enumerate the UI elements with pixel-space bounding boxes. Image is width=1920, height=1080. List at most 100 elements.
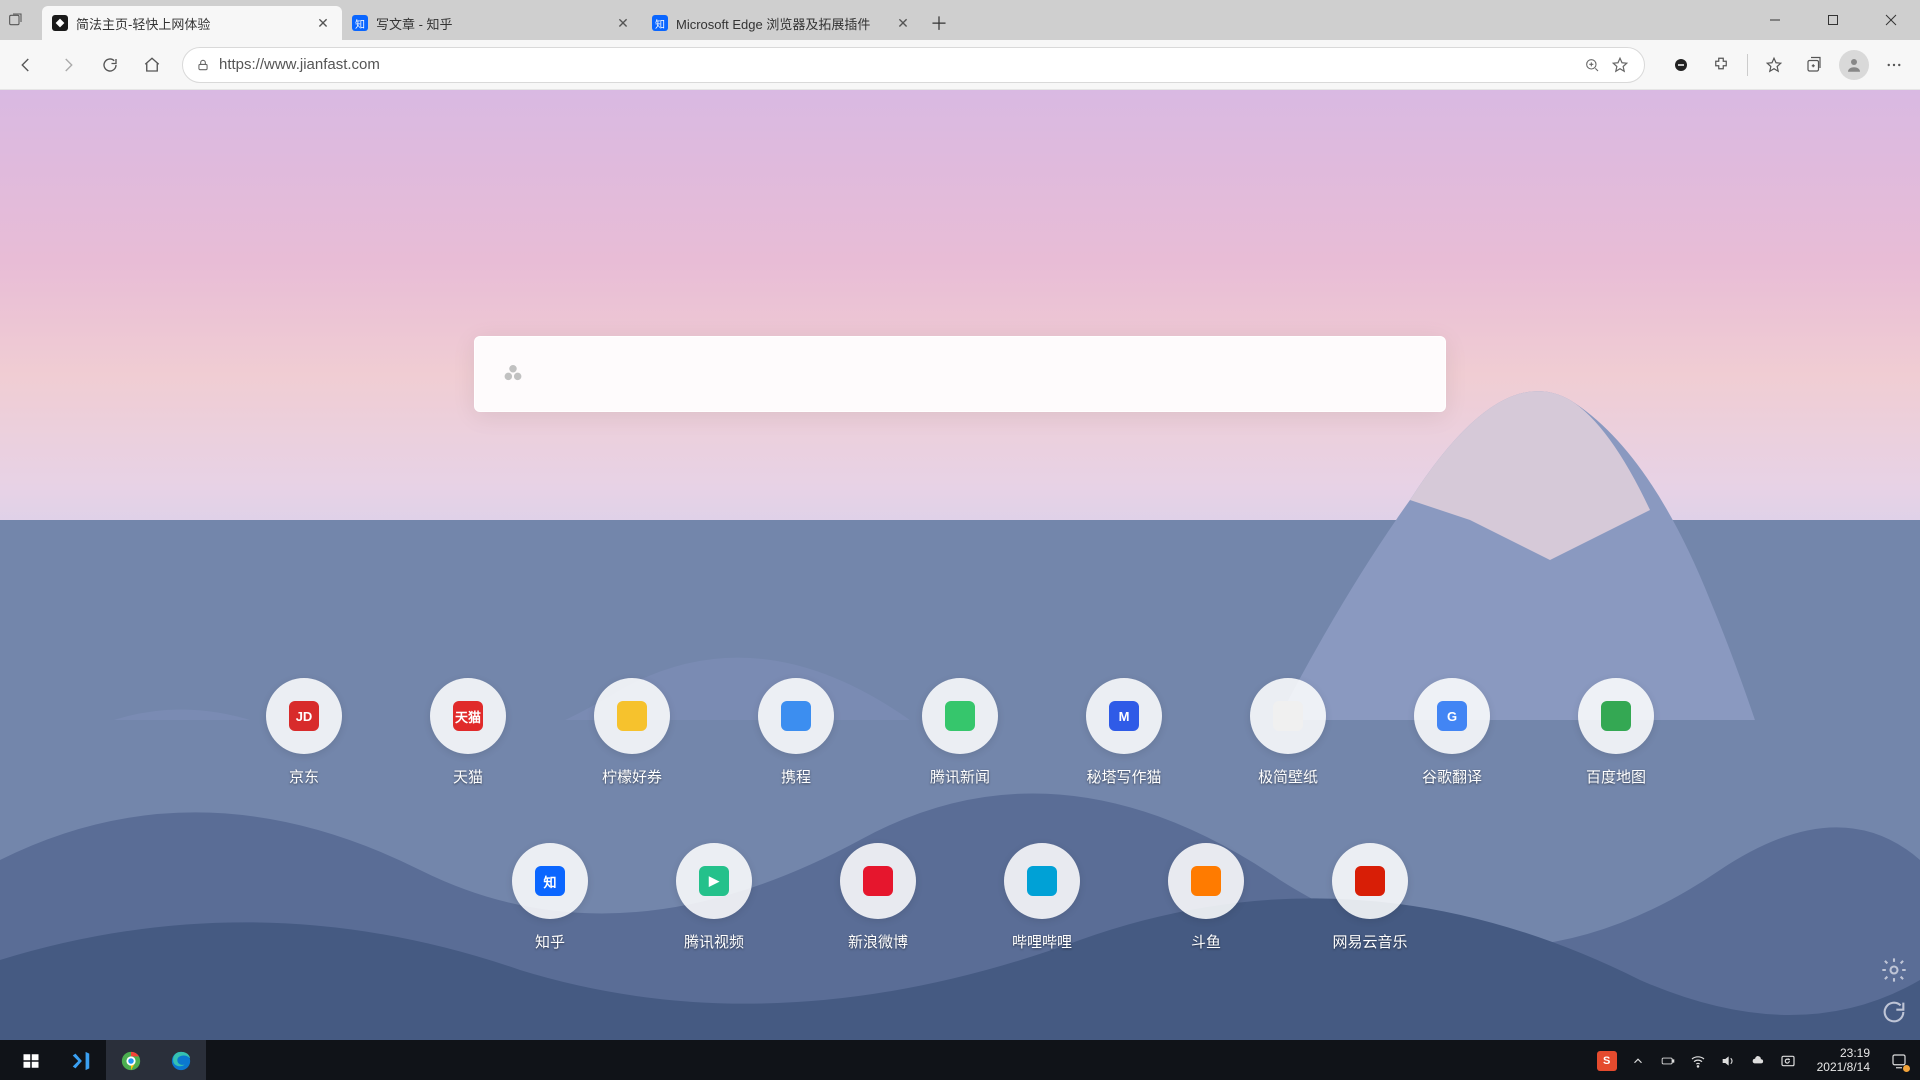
forward-button[interactable] xyxy=(50,47,86,83)
tray-onedrive-icon[interactable] xyxy=(1749,1052,1767,1070)
tile-icon: 天猫 xyxy=(453,701,483,731)
clock-time: 23:19 xyxy=(1817,1047,1870,1061)
close-window-button[interactable] xyxy=(1862,0,1920,40)
zhihu-favicon: 知 xyxy=(352,15,368,31)
menu-button[interactable] xyxy=(1876,47,1912,83)
lock-icon xyxy=(193,58,213,72)
quick-link-tile[interactable]: 柠檬好券 xyxy=(594,678,670,787)
quick-link-tile[interactable]: 哔哩哔哩 xyxy=(1004,843,1080,952)
tile-icon xyxy=(863,866,893,896)
quick-link-tile[interactable]: M 秘塔写作猫 xyxy=(1086,678,1162,787)
tile-label: 柠檬好券 xyxy=(602,766,662,787)
new-tab-button[interactable]: ＋ xyxy=(922,6,956,40)
tray-battery-icon[interactable] xyxy=(1659,1052,1677,1070)
quick-link-tile[interactable]: 携程 xyxy=(758,678,834,787)
tray-sogou-icon[interactable]: S xyxy=(1597,1051,1617,1071)
home-button[interactable] xyxy=(134,47,170,83)
tile-icon: JD xyxy=(289,701,319,731)
quick-link-tile[interactable]: 百度地图 xyxy=(1578,678,1654,787)
quick-link-tile[interactable]: 天猫天猫 xyxy=(430,678,506,787)
tab-zhihu-write[interactable]: 知 写文章 - 知乎 ✕ xyxy=(342,6,642,40)
app-vscode[interactable] xyxy=(56,1040,106,1080)
close-icon[interactable]: ✕ xyxy=(614,14,632,32)
tile-circle: 知 xyxy=(512,843,588,919)
tile-icon xyxy=(617,701,647,731)
tile-icon xyxy=(1191,866,1221,896)
search-engine-icon[interactable] xyxy=(499,360,527,388)
tile-label: 极简壁纸 xyxy=(1258,766,1318,787)
extension-jianfast-icon[interactable] xyxy=(1663,47,1699,83)
tile-circle: 天猫 xyxy=(430,678,506,754)
refresh-wallpaper-button[interactable] xyxy=(1880,998,1908,1026)
tile-circle xyxy=(1168,843,1244,919)
url-text: https://www.jianfast.com xyxy=(219,56,1578,73)
taskbar-right: S 23:19 2021/8/14 xyxy=(1597,1047,1914,1075)
tile-label: 斗鱼 xyxy=(1191,931,1221,952)
tile-circle xyxy=(1004,843,1080,919)
tab-edge-ext[interactable]: 知 Microsoft Edge 浏览器及拓展插件 ✕ xyxy=(642,6,922,40)
quick-link-tile[interactable]: 网易云音乐 xyxy=(1332,843,1408,952)
extensions-icon[interactable] xyxy=(1703,47,1739,83)
app-edge[interactable] xyxy=(156,1040,206,1080)
divider xyxy=(1747,54,1748,76)
page-content: JD京东 天猫天猫柠檬好券 携程 腾讯新闻 M 秘塔写作猫 极简壁纸 G 谷歌翻译 百度地图 知知… xyxy=(0,90,1920,1040)
jianfast-favicon xyxy=(52,15,68,31)
tile-label: 哔哩哔哩 xyxy=(1012,931,1072,952)
address-bar[interactable]: https://www.jianfast.com xyxy=(182,47,1645,83)
tab-title: 写文章 - 知乎 xyxy=(376,14,614,33)
tab-title: Microsoft Edge 浏览器及拓展插件 xyxy=(676,14,894,33)
tile-circle: G xyxy=(1414,678,1490,754)
tile-icon: G xyxy=(1437,701,1467,731)
tray-volume-icon[interactable] xyxy=(1719,1052,1737,1070)
quick-link-tile[interactable]: 知知乎 xyxy=(512,843,588,952)
collections-button[interactable] xyxy=(1796,47,1832,83)
app-chrome[interactable] xyxy=(106,1040,156,1080)
tile-icon xyxy=(1027,866,1057,896)
tile-icon xyxy=(1601,701,1631,731)
search-box[interactable] xyxy=(474,336,1446,412)
titlebar: 简法主页-轻快上网体验 ✕ 知 写文章 - 知乎 ✕ 知 Microsoft E… xyxy=(0,0,1920,40)
tab-actions-button[interactable] xyxy=(0,0,30,40)
taskbar-clock[interactable]: 23:19 2021/8/14 xyxy=(1809,1047,1878,1075)
close-icon[interactable]: ✕ xyxy=(894,14,912,32)
quick-link-tile[interactable]: ▶腾讯视频 xyxy=(676,843,752,952)
profile-button[interactable] xyxy=(1836,47,1872,83)
zoom-icon[interactable] xyxy=(1578,57,1606,73)
toolbar-right xyxy=(1663,47,1912,83)
tile-circle xyxy=(1578,678,1654,754)
tab-jianfast[interactable]: 简法主页-轻快上网体验 ✕ xyxy=(42,6,342,40)
quick-link-tile[interactable]: 新浪微博 xyxy=(840,843,916,952)
favorite-icon[interactable] xyxy=(1606,56,1634,74)
tile-circle xyxy=(594,678,670,754)
tile-circle xyxy=(1332,843,1408,919)
tray-notifications-icon[interactable] xyxy=(1890,1052,1908,1070)
quick-link-tile[interactable]: 腾讯新闻 xyxy=(922,678,998,787)
minimize-button[interactable] xyxy=(1746,0,1804,40)
tile-icon: ▶ xyxy=(699,866,729,896)
close-icon[interactable]: ✕ xyxy=(314,14,332,32)
tray-chevron-up-icon[interactable] xyxy=(1629,1052,1647,1070)
tile-circle: JD xyxy=(266,678,342,754)
tile-icon: 知 xyxy=(535,866,565,896)
quick-link-tile[interactable]: JD京东 xyxy=(266,678,342,787)
favorites-button[interactable] xyxy=(1756,47,1792,83)
browser-toolbar: https://www.jianfast.com xyxy=(0,40,1920,90)
tile-label: 谷歌翻译 xyxy=(1422,766,1482,787)
maximize-button[interactable] xyxy=(1804,0,1862,40)
tile-label: 百度地图 xyxy=(1586,766,1646,787)
tile-circle: ▶ xyxy=(676,843,752,919)
back-button[interactable] xyxy=(8,47,44,83)
tile-icon: M xyxy=(1109,701,1139,731)
start-button[interactable] xyxy=(6,1040,56,1080)
tile-circle xyxy=(758,678,834,754)
tile-circle xyxy=(922,678,998,754)
tab-title: 简法主页-轻快上网体验 xyxy=(76,14,314,33)
quick-link-tile[interactable]: G 谷歌翻译 xyxy=(1414,678,1490,787)
tray-wifi-icon[interactable] xyxy=(1689,1052,1707,1070)
tile-label: 秘塔写作猫 xyxy=(1086,766,1161,787)
settings-button[interactable] xyxy=(1880,956,1908,984)
refresh-button[interactable] xyxy=(92,47,128,83)
tray-sync-icon[interactable] xyxy=(1779,1052,1797,1070)
quick-link-tile[interactable]: 斗鱼 xyxy=(1168,843,1244,952)
quick-link-tile[interactable]: 极简壁纸 xyxy=(1250,678,1326,787)
